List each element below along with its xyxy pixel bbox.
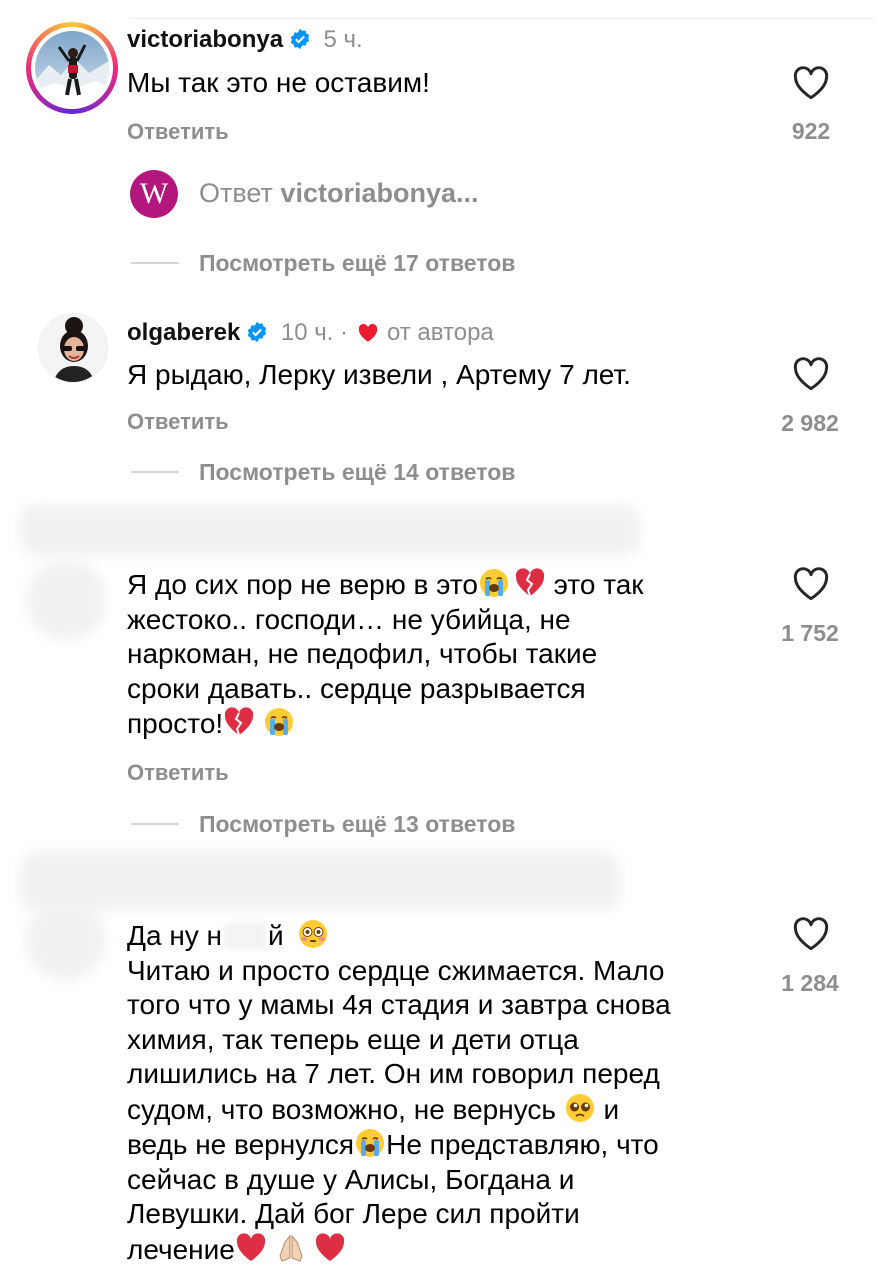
divider-line bbox=[131, 262, 179, 264]
comment-text: Мы так это не оставим! bbox=[127, 67, 430, 98]
liked-by-author: от автора bbox=[386, 319, 494, 346]
reply-avatar[interactable]: W bbox=[130, 170, 178, 218]
avatar[interactable] bbox=[26, 22, 118, 114]
divider-line bbox=[131, 823, 179, 825]
red-heart-icon bbox=[358, 323, 377, 342]
comment-header: victoriabonya 5 ч. bbox=[127, 26, 363, 54]
comment-line: лечение bbox=[127, 1233, 235, 1265]
redacted-header bbox=[20, 852, 620, 910]
story-ring bbox=[26, 22, 118, 114]
comment-line: Да ну н bbox=[127, 920, 223, 951]
divider-line bbox=[131, 471, 179, 473]
timestamp: 10 ч. · bbox=[280, 319, 349, 346]
comment-line: Я до сих пор не верю в это bbox=[127, 569, 478, 600]
red-heart-icon bbox=[236, 1232, 265, 1261]
redacted-header bbox=[20, 505, 640, 555]
broken-heart-icon bbox=[225, 707, 254, 736]
verified-badge-icon bbox=[290, 28, 310, 50]
loudly-crying-face-icon bbox=[265, 708, 294, 736]
avatar-photo bbox=[35, 31, 109, 105]
loudly-crying-face-icon bbox=[356, 1129, 385, 1157]
view-replies-button[interactable]: Посмотреть ещё 13 ответов bbox=[199, 811, 515, 838]
comment-line: химия, так теперь еще и дети отца bbox=[127, 1023, 579, 1055]
verified-badge-icon bbox=[248, 321, 267, 343]
like-count: 1 284 bbox=[781, 970, 839, 996]
comment-line: ведь не вернулся bbox=[127, 1129, 355, 1160]
username[interactable]: victoriabonya bbox=[127, 26, 283, 53]
reply-button[interactable]: Ответить bbox=[127, 760, 229, 786]
comment-line: сейчас в душе у Алисы, Богдана и bbox=[127, 1163, 575, 1195]
comment-line: наркоман, не педофил, чтобы такие bbox=[127, 638, 598, 669]
comment-line: того что у мамы 4я стадия и завтра снова bbox=[127, 989, 671, 1020]
folded-hands-icon bbox=[279, 1234, 303, 1262]
redacted-avatar bbox=[26, 900, 106, 980]
comment-line: лишились на 7 лет. Он им говорил перед bbox=[127, 1058, 660, 1089]
comment-text: Я до сих пор не верю в это это так жесто… bbox=[127, 567, 767, 742]
comment-line: Левушки. Дай бог Лере сил пройти bbox=[127, 1198, 580, 1229]
heart-outline-icon[interactable] bbox=[792, 567, 830, 601]
red-heart-icon bbox=[316, 1232, 345, 1261]
loudly-crying-face-icon bbox=[479, 569, 508, 597]
reply-button[interactable]: Ответить bbox=[127, 119, 229, 145]
avatar-photo bbox=[39, 314, 107, 382]
reply-preview[interactable]: Ответ victoriabonya... bbox=[199, 178, 478, 209]
reply-label: Ответ bbox=[199, 178, 273, 208]
avatar[interactable] bbox=[38, 313, 108, 383]
divider bbox=[130, 18, 875, 19]
comments-screen: victoriabonya 5 ч. Мы так это не оставим… bbox=[0, 0, 883, 1280]
comment-line: и bbox=[603, 1093, 620, 1125]
comment-line: й bbox=[268, 920, 284, 951]
comment-text: Я рыдаю, Лерку извели , Артему 7 лет. bbox=[127, 359, 631, 390]
redacted-avatar bbox=[26, 560, 106, 640]
censored-word bbox=[224, 923, 267, 949]
broken-heart-icon bbox=[515, 568, 545, 597]
comment-line: судом, что возможно, не вернусь bbox=[127, 1093, 556, 1125]
flushed-face-icon bbox=[299, 920, 328, 948]
comment-header: olgaberek 10 ч. · от автора bbox=[127, 319, 494, 347]
pleading-face-icon bbox=[565, 1093, 594, 1122]
comment-text: Да ну н й Читаю и просто сердце сжимается… bbox=[127, 918, 767, 1267]
comment-line: Читаю и просто сердце сжимается. Мало bbox=[127, 954, 665, 986]
heart-outline-icon[interactable] bbox=[792, 66, 830, 100]
heart-outline-icon[interactable] bbox=[792, 917, 830, 951]
reply-button[interactable]: Ответить bbox=[127, 409, 229, 435]
username[interactable]: olgaberek bbox=[127, 319, 240, 346]
view-replies-button[interactable]: Посмотреть ещё 17 ответов bbox=[199, 250, 515, 277]
comment-line: жестоко.. господи… не убийца, не bbox=[127, 603, 571, 635]
heart-outline-icon[interactable] bbox=[792, 357, 830, 391]
view-replies-button[interactable]: Посмотреть ещё 14 ответов bbox=[199, 459, 515, 486]
comment-line: просто! bbox=[127, 708, 224, 739]
like-count: 1 752 bbox=[781, 620, 839, 646]
comment-line: Не представляю, что bbox=[386, 1129, 659, 1160]
timestamp: 5 ч. bbox=[323, 26, 363, 53]
reply-username: victoriabonya... bbox=[280, 178, 479, 208]
comment-line: это так bbox=[545, 569, 644, 600]
like-count: 2 982 bbox=[781, 410, 839, 436]
like-count: 922 bbox=[791, 118, 831, 144]
comment-line: сроки давать.. сердце разрывается bbox=[127, 672, 586, 704]
